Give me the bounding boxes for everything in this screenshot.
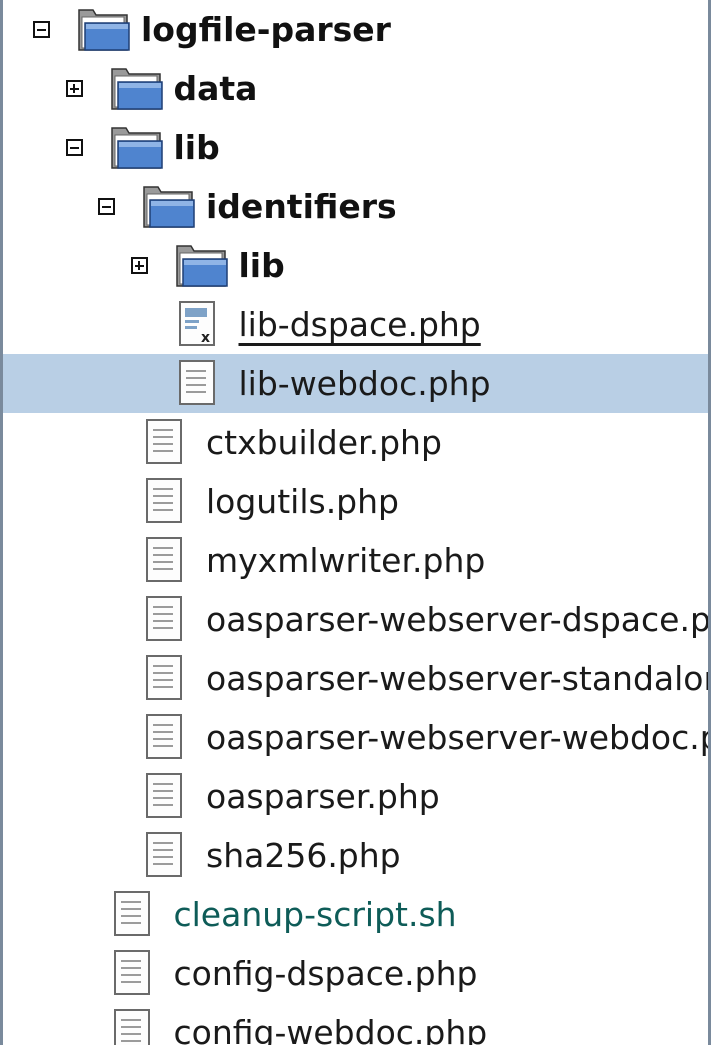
tree-item-label: oasparser.php <box>206 777 440 816</box>
tree-row-oasparser-webserver-webdoc-php[interactable]: oasparser-webserver-webdoc.php <box>3 708 708 767</box>
tree-item-label: lib <box>173 128 220 167</box>
tree-row-logfile-parser[interactable]: logfile-parser <box>3 0 708 59</box>
expand-icon[interactable] <box>65 80 83 97</box>
tree-row-ctxbuilder-php[interactable]: ctxbuilder.php <box>3 413 708 472</box>
expander-bar <box>73 84 75 93</box>
file-icon <box>142 773 196 819</box>
tree-item-label: lib-dspace.php <box>238 305 481 344</box>
expander-bar <box>69 146 79 149</box>
tree-row-config-webdoc-php[interactable]: config-webdoc.php <box>3 1003 708 1045</box>
file-icon <box>110 1009 164 1045</box>
tree-row-lib-webdoc-php[interactable]: lib-webdoc.php <box>3 354 708 413</box>
svg-text:x: x <box>201 330 210 346</box>
tree-item-label: logutils.php <box>206 482 399 521</box>
tree-border-right <box>708 0 711 1045</box>
tree-row-oasparser-php[interactable]: oasparser.php <box>3 767 708 826</box>
file-icon <box>142 714 196 760</box>
tree-row-sha256-php[interactable]: sha256.php <box>3 826 708 885</box>
file-icon <box>142 478 196 524</box>
collapse-icon[interactable] <box>98 198 115 215</box>
tree-item-label: config-dspace.php <box>173 954 478 993</box>
file-icon <box>142 419 196 465</box>
tree-item-label: logfile-parser <box>141 10 391 49</box>
tree-row-oasparser-webserver-dspace-php[interactable]: oasparser-webserver-dspace.php <box>3 590 708 649</box>
file-tree[interactable]: logfile-parser data lib identifiers lib x lib-… <box>3 0 708 1045</box>
tree-row-lib-dspace-php[interactable]: x lib-dspace.php <box>3 295 708 354</box>
tree-row-oasparser-webserver-standalone-php[interactable]: oasparser-webserver-standalone.php <box>3 649 708 708</box>
folder-icon <box>110 124 164 170</box>
expand-icon[interactable] <box>130 257 148 274</box>
tree-item-label: lib <box>238 246 285 285</box>
tree-row-lib[interactable]: lib <box>3 236 708 295</box>
expander-bar <box>138 261 140 270</box>
folder-icon <box>175 242 229 288</box>
folder-icon <box>77 6 131 52</box>
tree-row-myxmlwriter-php[interactable]: myxmlwriter.php <box>3 531 708 590</box>
file-icon <box>142 832 196 878</box>
tree-item-label: config-webdoc.php <box>173 1013 488 1045</box>
file-icon <box>142 655 196 701</box>
file-icon <box>175 360 229 406</box>
tree-row-logutils-php[interactable]: logutils.php <box>3 472 708 531</box>
file-icon <box>110 950 164 996</box>
tree-item-label: oasparser-webserver-dspace.php <box>206 600 708 639</box>
tree-item-label: lib-webdoc.php <box>238 364 491 403</box>
tree-item-label: data <box>173 69 258 108</box>
tree-item-label: sha256.php <box>206 836 401 875</box>
file-icon <box>142 596 196 642</box>
tree-row-identifiers[interactable]: identifiers <box>3 177 708 236</box>
tree-row-config-dspace-php[interactable]: config-dspace.php <box>3 944 708 1003</box>
tree-row-data[interactable]: data <box>3 59 708 118</box>
collapse-icon[interactable] <box>65 139 83 156</box>
expander-bar <box>102 205 111 208</box>
collapse-icon[interactable] <box>33 21 50 38</box>
tree-row-cleanup-script-sh[interactable]: cleanup-script.sh <box>3 885 708 944</box>
php-class-file-icon: x <box>175 301 229 347</box>
folder-icon <box>110 65 164 111</box>
expander-bar <box>37 28 46 31</box>
tree-item-label: oasparser-webserver-standalone.php <box>206 659 708 698</box>
tree-item-label: ctxbuilder.php <box>206 423 442 462</box>
tree-item-label: cleanup-script.sh <box>173 895 457 934</box>
file-icon <box>110 891 164 937</box>
tree-item-label: oasparser-webserver-webdoc.php <box>206 718 708 757</box>
file-icon <box>142 537 196 583</box>
tree-row-lib[interactable]: lib <box>3 118 708 177</box>
folder-icon <box>142 183 196 229</box>
tree-item-label: myxmlwriter.php <box>206 541 486 580</box>
tree-item-label: identifiers <box>206 187 397 226</box>
